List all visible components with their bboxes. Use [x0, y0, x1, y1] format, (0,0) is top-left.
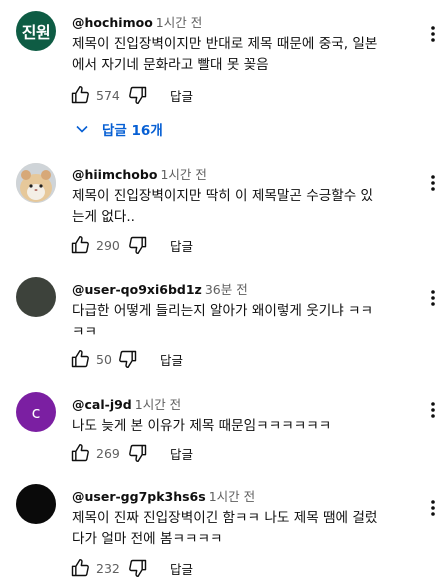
comment-text-line: 는게 없다..: [72, 208, 135, 225]
comment: 진원 @hochimoo 1시간 전 제목이 진입장벽이지만 반대로 제목 때문에…: [0, 0, 447, 150]
author-name[interactable]: @user-qo9xi6bd1z: [72, 282, 202, 297]
comment-text-line: 다급한 어떻게 들리는지 알아가 왜이렇게 웃기냐 ㅋㅋ: [72, 303, 374, 319]
timestamp[interactable]: 1시간 전: [156, 15, 202, 30]
hamster-avatar-image: [16, 163, 56, 203]
thumbs-down-icon[interactable]: [128, 235, 148, 255]
comment: @hiimchobo 1시간 전 제목이 진입장벽이지만 딱히 이 제목말곤 수긍…: [0, 150, 447, 260]
comment-text: 제목이 진짜 진입장벽이긴 함ㅋㅋ 나도 제목 땜에 걸렀 다가 얼마 전에 봄…: [72, 508, 412, 549]
reply-button[interactable]: 답글: [170, 559, 193, 578]
comment-actions: 574 답글: [70, 85, 193, 105]
reply-button[interactable]: 답글: [170, 444, 193, 463]
more-options-icon[interactable]: [425, 400, 441, 420]
reply-button[interactable]: 답글: [170, 236, 193, 255]
comment-text-line: 에서 자기네 문화라고 빨대 못 꽂음: [72, 56, 269, 73]
comment: c @cal-j9d 1시간 전 나도 늦게 본 이유가 제목 때문임ㅋㅋㅋㅋㅋㅋ…: [0, 380, 447, 480]
timestamp[interactable]: 1시간 전: [209, 489, 255, 504]
more-options-icon[interactable]: [425, 498, 441, 518]
view-replies-button[interactable]: 답글 16개: [76, 119, 163, 139]
author-name[interactable]: @user-gg7pk3hs6s: [72, 489, 206, 504]
thumbs-down-icon[interactable]: [128, 558, 148, 578]
comment-text-line: 제목이 진짜 진입장벽이긴 함ㅋㅋ 나도 제목 땜에 걸렀: [72, 510, 378, 526]
like-count: 269: [96, 445, 120, 461]
view-replies-label: 답글 16개: [102, 123, 163, 139]
comment-text-line: ㅋㅋ: [72, 323, 98, 340]
reply-button[interactable]: 답글: [170, 86, 193, 105]
thumbs-up-icon[interactable]: [70, 349, 90, 369]
reply-button[interactable]: 답글: [160, 350, 183, 369]
like-count: 50: [96, 351, 112, 367]
thumbs-down-icon[interactable]: [128, 85, 148, 105]
avatar[interactable]: [16, 277, 56, 317]
comment-header: @user-qo9xi6bd1z 36분 전: [72, 279, 248, 298]
comment-text-line: 제목이 진입장벽이지만 반대로 제목 때문에 중국, 일본: [72, 36, 378, 52]
more-options-icon[interactable]: [425, 24, 441, 44]
comment-actions: 50 답글: [70, 349, 183, 369]
comment-text-line: 나도 늦게 본 이유가 제목 때문임ㅋㅋㅋㅋㅋㅋ: [72, 418, 332, 434]
comment-text-line: 제목이 진입장벽이지만 딱히 이 제목말곤 수긍할수 있: [72, 188, 374, 204]
comment: @user-qo9xi6bd1z 36분 전 다급한 어떻게 들리는지 알아가 왜…: [0, 260, 447, 380]
comment: @user-gg7pk3hs6s 1시간 전 제목이 진짜 진입장벽이긴 함ㅋㅋ …: [0, 480, 447, 587]
avatar[interactable]: [16, 163, 56, 203]
comment-text: 제목이 진입장벽이지만 반대로 제목 때문에 중국, 일본 에서 자기네 문화라…: [72, 34, 412, 75]
thumbs-down-icon[interactable]: [118, 349, 138, 369]
thumbs-up-icon[interactable]: [70, 85, 90, 105]
avatar[interactable]: c: [16, 392, 56, 432]
comment-text: 나도 늦게 본 이유가 제목 때문임ㅋㅋㅋㅋㅋㅋ: [72, 416, 412, 437]
avatar[interactable]: 진원: [16, 11, 56, 51]
timestamp[interactable]: 36분 전: [205, 282, 248, 297]
comment-header: @hochimoo 1시간 전: [72, 12, 202, 31]
more-options-icon[interactable]: [425, 173, 441, 193]
comment-header: @user-gg7pk3hs6s 1시간 전: [72, 486, 255, 505]
like-count: 574: [96, 87, 120, 103]
comment-actions: 290 답글: [70, 235, 193, 255]
comment-header: @hiimchobo 1시간 전: [72, 164, 207, 183]
thumbs-up-icon[interactable]: [70, 235, 90, 255]
like-count: 290: [96, 237, 120, 253]
thumbs-down-icon[interactable]: [128, 443, 148, 463]
comment-actions: 232 답글: [70, 558, 193, 578]
author-name[interactable]: @hochimoo: [72, 15, 153, 30]
comment-text: 다급한 어떻게 들리는지 알아가 왜이렇게 웃기냐 ㅋㅋ ㅋㅋ: [72, 301, 412, 342]
author-name[interactable]: @hiimchobo: [72, 167, 157, 182]
more-options-icon[interactable]: [425, 288, 441, 308]
avatar[interactable]: [16, 484, 56, 524]
comment-text-line: 다가 얼마 전에 봄ㅋㅋㅋㅋ: [72, 530, 223, 547]
comment-header: @cal-j9d 1시간 전: [72, 394, 181, 413]
comment-text: 제목이 진입장벽이지만 딱히 이 제목말곤 수긍할수 있 는게 없다..: [72, 186, 412, 227]
thumbs-up-icon[interactable]: [70, 558, 90, 578]
timestamp[interactable]: 1시간 전: [135, 397, 181, 412]
thumbs-up-icon[interactable]: [70, 443, 90, 463]
author-name[interactable]: @cal-j9d: [72, 397, 132, 412]
like-count: 232: [96, 560, 120, 576]
timestamp[interactable]: 1시간 전: [160, 167, 206, 182]
comment-actions: 269 답글: [70, 443, 193, 463]
chevron-down-icon: [76, 125, 88, 133]
